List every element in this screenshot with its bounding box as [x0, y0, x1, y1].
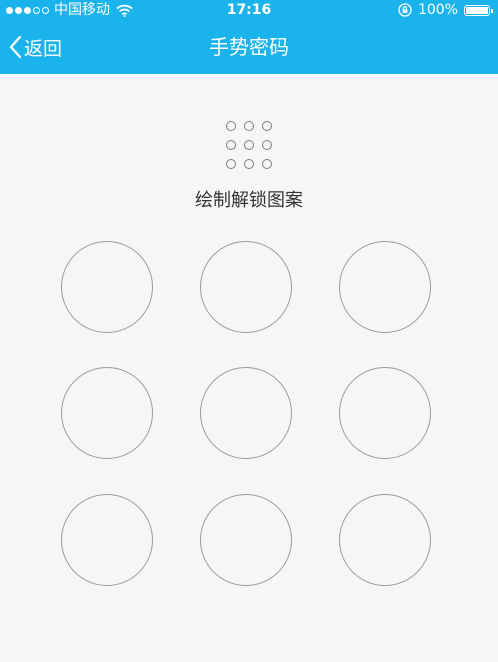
pattern-node-4[interactable] — [61, 367, 153, 459]
pattern-node-6[interactable] — [339, 367, 431, 459]
gesture-pattern-grid — [0, 0, 498, 662]
pattern-node-7[interactable] — [61, 494, 153, 586]
pattern-node-8[interactable] — [200, 494, 292, 586]
pattern-node-2[interactable] — [200, 241, 292, 333]
pattern-node-9[interactable] — [339, 494, 431, 586]
pattern-node-1[interactable] — [61, 241, 153, 333]
pattern-node-3[interactable] — [339, 241, 431, 333]
pattern-node-5[interactable] — [200, 367, 292, 459]
